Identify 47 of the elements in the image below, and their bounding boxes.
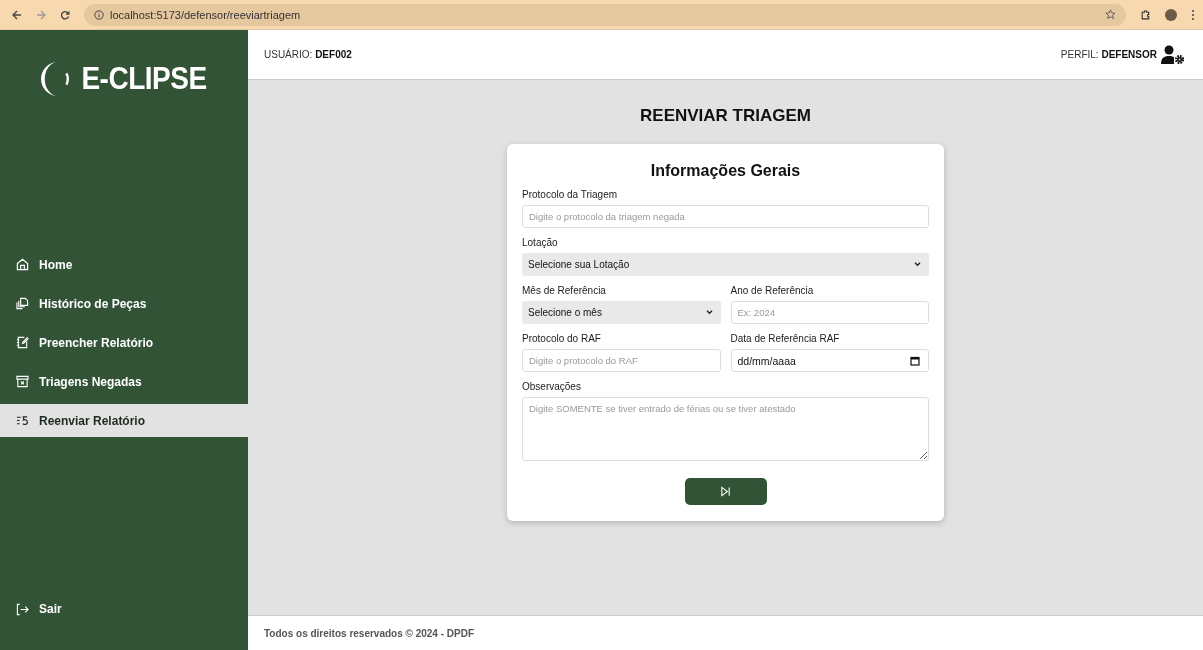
url-text: localhost:5173/defensor/reeviartriagem [110, 8, 302, 21]
logout-icon [16, 602, 29, 616]
info-icon [94, 9, 104, 20]
field-label: Ano de Referência [730, 285, 815, 296]
dropdown[interactable]: Selecione sua Lotação [522, 253, 929, 276]
input-field[interactable]: Digite o protocolo do RAF [522, 349, 721, 372]
profile-info: PERFIL: DEFENSOR [1060, 49, 1157, 60]
puzzle-icon[interactable] [1140, 9, 1151, 20]
sidebar-item[interactable]: Preencher Relatório [0, 326, 248, 359]
field-label: Protocolo da Triagem [522, 189, 619, 200]
field-label: Data de Referência RAF [730, 333, 841, 344]
field-label: Observações [522, 381, 582, 392]
address-bar[interactable]: localhost:5173/defensor/reeviartriagem [84, 3, 1126, 26]
footer-text: Todos os direitos reservados © 2024 - DPDF [248, 615, 1203, 650]
logo-text: E-CLIPSE [81, 60, 207, 98]
chevron-down-icon [705, 310, 713, 315]
dropdown[interactable]: Selecione o mês [522, 301, 721, 324]
home-icon [16, 258, 29, 271]
form-title: Informações Gerais [649, 162, 802, 180]
field-label: Lotação [522, 237, 559, 248]
sidebar-item[interactable]: Home [0, 248, 248, 281]
chevron-down-icon [914, 262, 921, 267]
sidebar-item[interactable]: Triagens Negadas [0, 365, 248, 398]
skip-forward-icon [720, 486, 731, 497]
user-gear-icon[interactable] [1161, 44, 1185, 65]
back-arrow-icon[interactable] [12, 9, 22, 20]
calendar-icon[interactable] [910, 355, 920, 366]
input-field[interactable]: Digite o protocolo da triagem negada [522, 205, 929, 228]
profile-avatar[interactable] [1165, 8, 1177, 21]
list-refresh-icon [16, 414, 29, 427]
text-area[interactable]: Digite SOMENTE se tiver entrado de férias ou se tiver atestado [522, 397, 929, 461]
sidebar-item[interactable]: Reenviar Relatório [0, 404, 248, 437]
menu-icon[interactable] [1191, 8, 1195, 21]
date-field[interactable]: dd/mm/aaaa [730, 349, 929, 372]
star-icon[interactable] [1105, 9, 1116, 20]
copy-icon [16, 297, 29, 310]
field-label: Protocolo do RAF [522, 333, 602, 344]
archive-x-icon [16, 375, 29, 388]
sidebar-item[interactable]: Histórico de Peças [0, 287, 248, 320]
input-field[interactable]: Ex: 2024 [730, 301, 929, 324]
reload-icon[interactable] [60, 9, 70, 20]
edit-document-icon [16, 336, 29, 349]
submit-button[interactable] [684, 478, 767, 505]
logout-link[interactable]: Sair [0, 602, 248, 616]
field-label: Mês de Referência [522, 285, 607, 296]
user-info: USUÁRIO: DEF002 [264, 49, 352, 60]
page-title: REENVIAR TRIAGEM [640, 106, 811, 126]
